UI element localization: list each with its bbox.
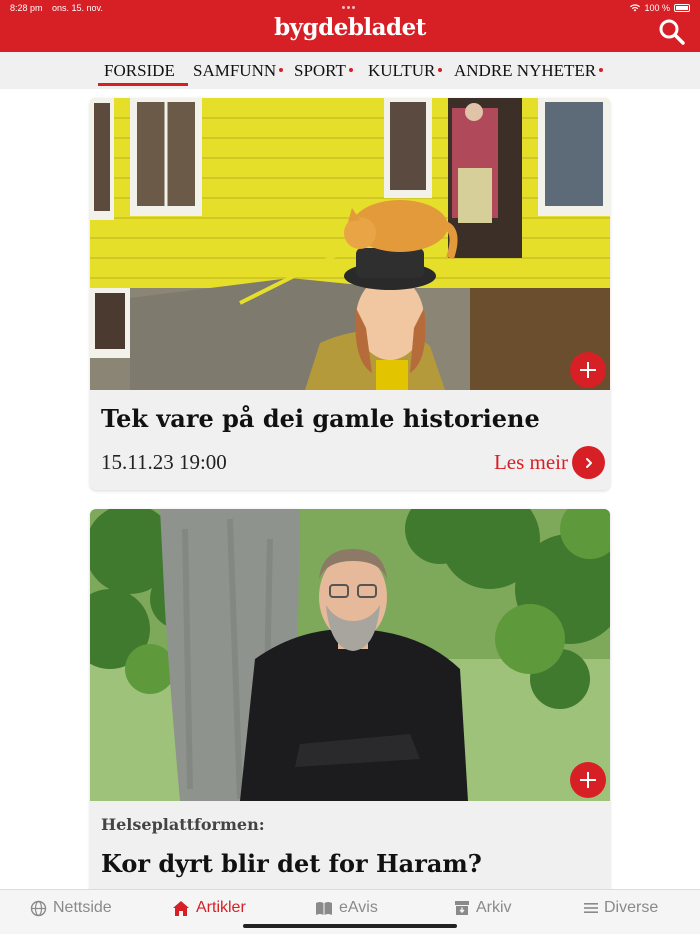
- tab-eavis[interactable]: eAvis: [315, 899, 378, 917]
- article-kicker: Helseplattformen:: [101, 815, 265, 834]
- search-icon: [659, 19, 685, 45]
- tab-label: Nettside: [53, 899, 112, 916]
- save-article-button[interactable]: [570, 762, 606, 798]
- multitask-handle[interactable]: [342, 6, 355, 9]
- active-tab-indicator: [98, 83, 188, 86]
- save-article-button[interactable]: [570, 352, 606, 388]
- status-date: ons. 15. nov.: [52, 3, 103, 13]
- nav-item-samfunn[interactable]: SAMFUNN: [193, 61, 284, 81]
- tab-label: Arkiv: [476, 899, 512, 916]
- battery-icon: [674, 4, 690, 12]
- nav-label: SPORT: [294, 61, 346, 80]
- nav-item-forside[interactable]: FORSIDE: [104, 61, 175, 81]
- article-image[interactable]: [90, 509, 610, 801]
- globe-icon: [30, 900, 47, 916]
- tab-label: Artikler: [196, 899, 246, 916]
- home-indicator[interactable]: [243, 924, 457, 928]
- article-image[interactable]: [90, 98, 610, 390]
- new-content-dot: [599, 68, 604, 72]
- article-title[interactable]: Tek vare på dei gamle historiene: [101, 404, 540, 433]
- menu-icon: [584, 903, 598, 913]
- chevron-right-icon: [572, 446, 605, 479]
- logo: bygdebladet: [274, 14, 426, 41]
- wifi-icon: [630, 4, 641, 12]
- tab-nettside[interactable]: Nettside: [30, 899, 112, 917]
- nav-label: KULTUR: [368, 61, 436, 80]
- tab-label: eAvis: [339, 899, 378, 916]
- article-card[interactable]: Tek vare på dei gamle historiene 15.11.2…: [90, 98, 610, 490]
- tab-arkiv[interactable]: Arkiv: [454, 899, 512, 917]
- article-date: 15.11.23 19:00: [101, 450, 227, 474]
- read-more-link[interactable]: Les meir: [494, 446, 605, 479]
- new-content-dot: [279, 68, 284, 72]
- book-icon: [316, 901, 332, 915]
- tab-artikler[interactable]: Artikler: [172, 899, 246, 917]
- tab-label: Diverse: [604, 899, 659, 916]
- search-button[interactable]: [658, 18, 686, 46]
- tab-diverse[interactable]: Diverse: [584, 899, 658, 917]
- new-content-dot: [348, 68, 353, 72]
- nav-label: SAMFUNN: [193, 61, 277, 80]
- nav-item-andre-nyheter[interactable]: ANDRE NYHETER: [454, 61, 604, 81]
- read-more-label: Les meir: [493, 450, 568, 474]
- article-title[interactable]: Kor dyrt blir det for Haram?: [101, 849, 482, 878]
- nav-label: ANDRE NYHETER: [454, 61, 597, 80]
- archive-icon: [455, 901, 469, 915]
- article-card[interactable]: Helseplattformen: Kor dyrt blir det for …: [90, 509, 610, 899]
- battery-percent: 100 %: [644, 3, 670, 13]
- nav-label: FORSIDE: [104, 61, 175, 80]
- app-header: 8:28 pm ons. 15. nov. 100 % bygdebladet: [0, 0, 700, 52]
- status-right: 100 %: [630, 3, 690, 13]
- nav-item-sport[interactable]: SPORT: [294, 61, 353, 81]
- new-content-dot: [438, 68, 443, 72]
- nav-item-kultur[interactable]: KULTUR: [368, 61, 443, 81]
- home-icon: [173, 900, 189, 916]
- status-time: 8:28 pm: [10, 3, 43, 13]
